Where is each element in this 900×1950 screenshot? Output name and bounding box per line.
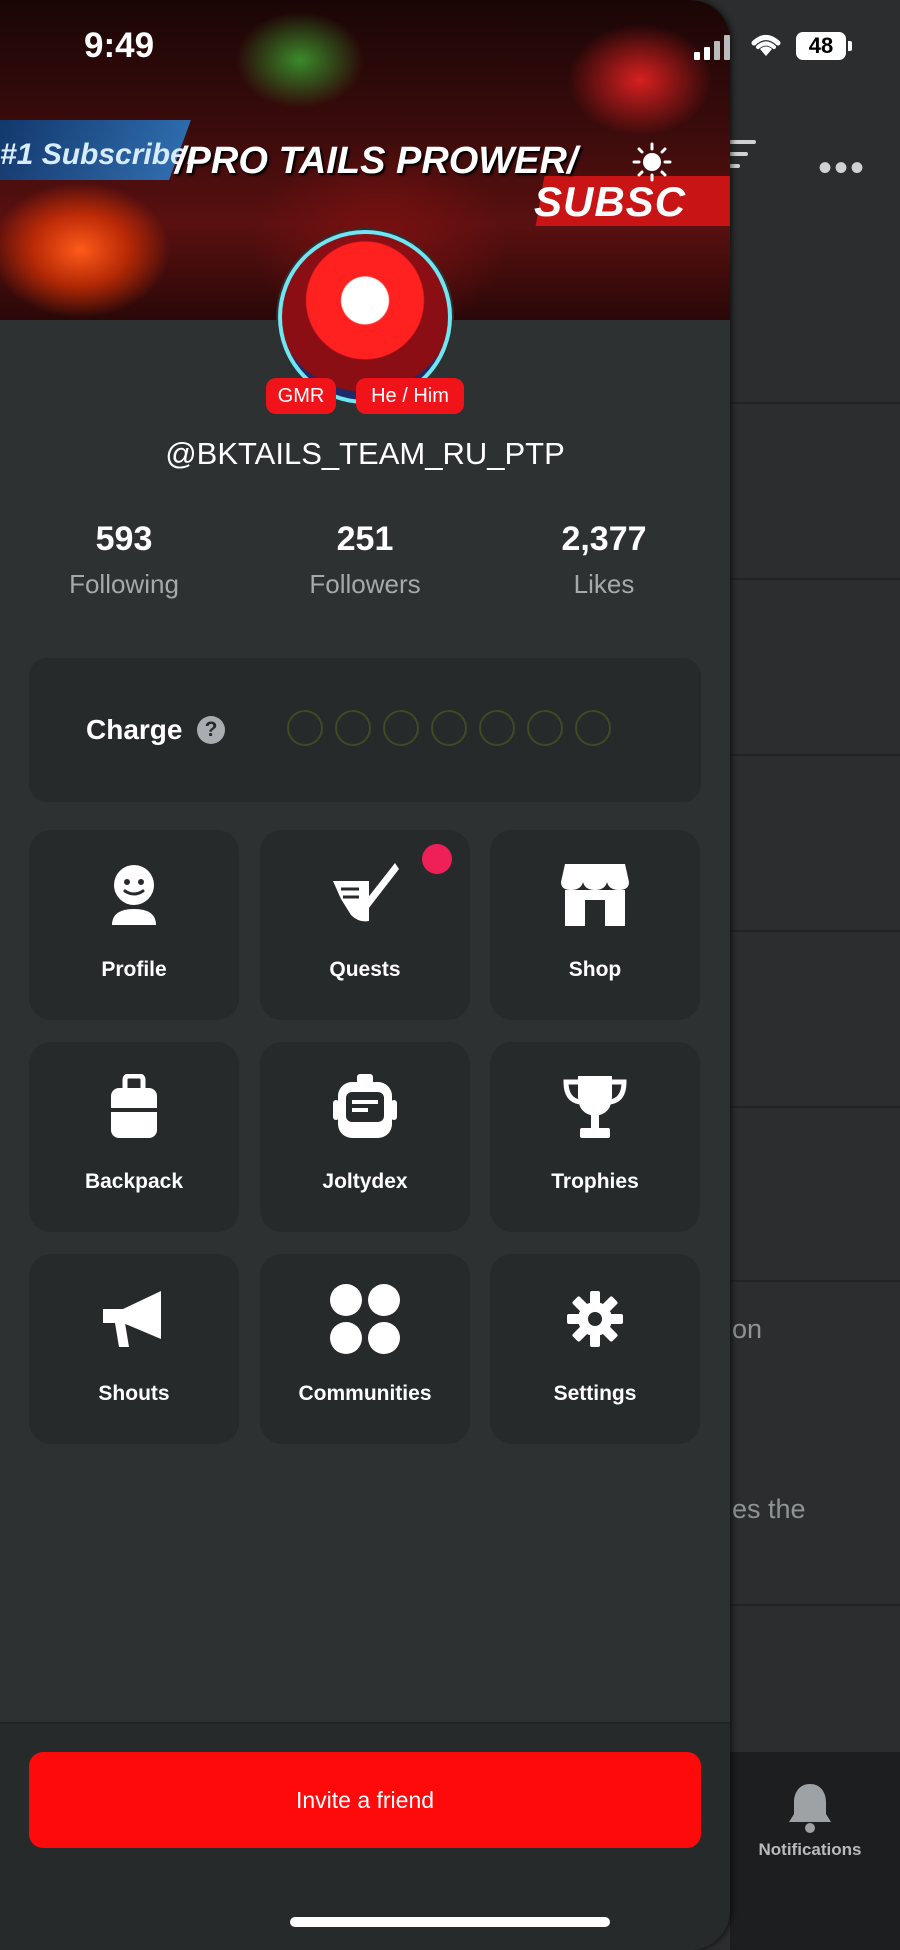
bg-divider: [730, 402, 900, 404]
charge-dot: [383, 710, 419, 746]
menu-quests[interactable]: Quests: [260, 830, 470, 1020]
nav-notifications-label[interactable]: Notifications: [730, 1840, 890, 1860]
badge-pronouns: He / Him: [356, 378, 464, 414]
smiley-icon: [29, 860, 239, 930]
bg-partial-text: on: [732, 1314, 763, 1344]
menu-label: Communities: [298, 1382, 432, 1405]
bg-divider: [730, 1280, 900, 1282]
stat-value: 593: [95, 520, 153, 558]
stat-likes[interactable]: 2,377 Likes: [484, 520, 724, 600]
menu-label: Profile: [101, 958, 167, 981]
menu-label: Trophies: [551, 1170, 639, 1193]
menu-backpack[interactable]: Backpack: [29, 1042, 239, 1232]
menu-label: Joltydex: [322, 1170, 408, 1193]
battery-icon: 48: [796, 32, 846, 60]
charge-dot: [575, 710, 611, 746]
side-drawer: #1 Subscriber SUBSC /PRO TAILS PROWER/ G…: [0, 0, 730, 1950]
theme-toggle-icon[interactable]: [632, 142, 672, 182]
bell-icon[interactable]: [785, 1780, 835, 1839]
home-indicator[interactable]: [290, 1917, 610, 1927]
menu-settings[interactable]: Settings: [490, 1254, 700, 1444]
menu-label: Settings: [553, 1382, 637, 1405]
battery-tip: [848, 41, 852, 51]
charge-dot: [479, 710, 515, 746]
menu-label: Quests: [329, 958, 401, 981]
bg-divider: [730, 1604, 900, 1606]
cellular-signal-icon: [694, 34, 730, 60]
charge-dot: [431, 710, 467, 746]
banner-subsc-text: SUBSC: [534, 178, 687, 225]
username-handle: @BKTAILS_TEAM_RU_PTP: [165, 436, 565, 471]
stat-following[interactable]: 593 Following: [4, 520, 244, 600]
banner-title: /PRO TAILS PROWER/: [175, 140, 578, 182]
more-options-icon[interactable]: •••: [818, 146, 866, 191]
menu-trophies[interactable]: Trophies: [490, 1042, 700, 1232]
megaphone-icon: [29, 1284, 239, 1354]
bg-divider: [730, 1106, 900, 1108]
banner-subscriber-text: #1 Subscriber: [0, 138, 199, 171]
trophy-icon: [490, 1072, 700, 1142]
charge-dot: [335, 710, 371, 746]
communities-icon: [260, 1284, 470, 1354]
menu-communities[interactable]: Communities: [260, 1254, 470, 1444]
invite-friend-button[interactable]: Invite a friend: [29, 1752, 701, 1848]
stat-label: Following: [69, 569, 179, 599]
charge-meter: [287, 710, 611, 746]
stat-followers[interactable]: 251 Followers: [245, 520, 485, 600]
stat-label: Likes: [573, 569, 635, 599]
backpack-icon: [29, 1072, 239, 1142]
menu-label: Shop: [568, 958, 622, 981]
menu-label: Backpack: [84, 1170, 184, 1193]
help-icon[interactable]: ?: [197, 716, 225, 744]
charge-dot: [287, 710, 323, 746]
bg-partial-text: es the: [732, 1494, 806, 1524]
gear-icon: [490, 1284, 700, 1354]
menu-label: Shouts: [98, 1382, 170, 1405]
joltydex-icon: [260, 1072, 470, 1142]
stat-value: 2,377: [561, 520, 647, 558]
charge-dot: [527, 710, 563, 746]
menu-profile[interactable]: Profile: [29, 830, 239, 1020]
stat-label: Followers: [309, 569, 421, 599]
wifi-icon: [748, 30, 784, 63]
menu-shouts[interactable]: Shouts: [29, 1254, 239, 1444]
status-time: 9:49: [84, 26, 155, 65]
bg-divider: [730, 930, 900, 932]
shop-icon: [490, 860, 700, 930]
charge-label: Charge: [86, 714, 183, 745]
bg-divider: [730, 754, 900, 756]
bg-divider: [730, 578, 900, 580]
stat-value: 251: [336, 520, 394, 558]
notification-dot: [422, 844, 452, 874]
menu-shop[interactable]: Shop: [490, 830, 700, 1020]
charge-card: Charge ?: [29, 658, 701, 802]
badge-gmr: GMR: [266, 378, 336, 414]
menu-joltydex[interactable]: Joltydex: [260, 1042, 470, 1232]
